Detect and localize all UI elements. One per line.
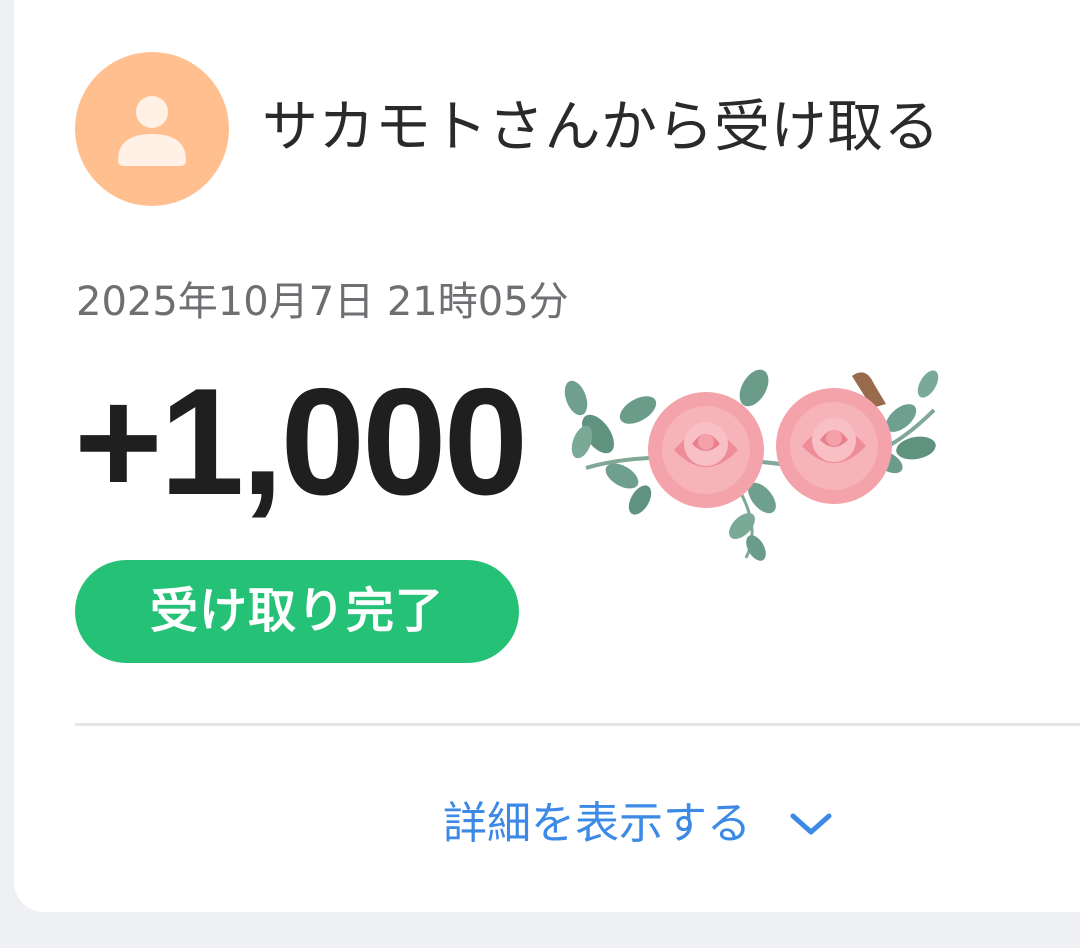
transaction-amount: +1,000 [74, 357, 528, 527]
show-details-label: 詳細を表示する [443, 798, 751, 849]
sender-title: サカモトさんから受け取る [262, 95, 940, 160]
status-badge: 受け取り完了 [75, 560, 519, 663]
avatar [75, 52, 229, 206]
person-icon [118, 96, 186, 166]
chevron-down-icon [790, 813, 832, 835]
rose-flower-sticker [564, 369, 939, 561]
divider [75, 723, 1080, 726]
show-details-button[interactable]: 詳細を表示する [443, 794, 833, 854]
transaction-datetime: 2025年10月7日 21時05分 [76, 279, 569, 325]
